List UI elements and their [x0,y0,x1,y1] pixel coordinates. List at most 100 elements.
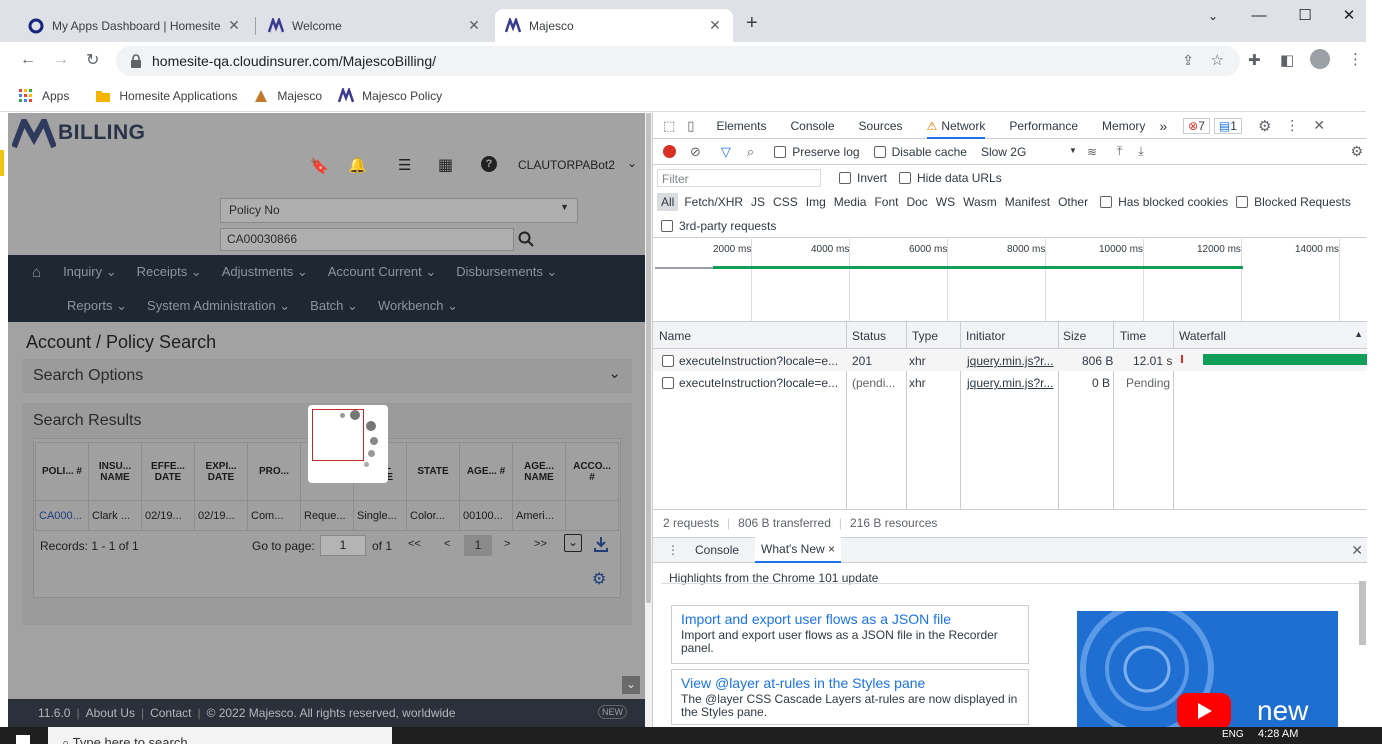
page-scrollbar[interactable] [645,113,652,727]
bell-icon[interactable]: 🔔 [348,156,367,174]
bookmark-majesco-policy[interactable]: Majesco Policy [338,87,442,104]
devtools-tab-memory[interactable]: Memory [1102,119,1145,133]
search-options-panel[interactable]: Search Options ⌄ [22,359,632,393]
forward-arrow-icon[interactable]: → [53,51,69,69]
filter-img[interactable]: Img [806,195,826,209]
page-size-dropdown-icon[interactable]: ⌄ [564,534,582,552]
user-menu[interactable]: CLAUTORPABot2 [518,158,615,172]
chevron-down-icon[interactable]: ⌄ [608,364,621,382]
browser-tab-majesco[interactable]: Majesco ✕ [495,9,733,42]
new-badge[interactable]: NEW [598,705,627,719]
col-product[interactable]: PRO... [247,442,301,501]
search-icon[interactable] [518,231,534,247]
close-tab-icon[interactable]: ✕ [466,17,482,34]
close-tab-icon[interactable]: × [828,542,835,556]
col-time[interactable]: Time [1120,329,1146,343]
pager-current[interactable]: 1 [464,535,492,556]
drawer-menu-icon[interactable]: ⋮ [667,543,679,557]
has-blocked-cookies-checkbox[interactable]: Has blocked cookies [1100,195,1228,209]
pager-last[interactable]: >> [534,538,547,550]
bookmark-homesite-applications[interactable]: Homesite Applications [95,88,237,104]
windows-start-icon[interactable] [16,735,30,744]
error-count-badge[interactable]: ⊗7 [1183,117,1210,134]
invert-checkbox[interactable]: Invert [839,171,887,185]
grid-icon[interactable]: ▦ [438,155,453,175]
preserve-log-checkbox[interactable]: Preserve log [774,145,860,159]
search-type-select[interactable]: Policy No ▼ [220,198,578,223]
chevron-down-icon[interactable]: ⌄ [627,156,637,170]
nav-inquiry[interactable]: Inquiry ⌄ [63,264,117,280]
throttle-select[interactable]: Slow 2G ▼ [981,145,1077,159]
help-icon[interactable]: ? [481,156,497,172]
devtools-tab-elements[interactable]: Elements [716,119,766,133]
devtools-tab-console[interactable]: Console [790,119,834,133]
filter-other[interactable]: Other [1058,195,1088,209]
back-arrow-icon[interactable]: ← [20,51,36,69]
close-window-button[interactable]: ✕ [1326,4,1372,28]
clear-icon[interactable]: ⊘ [690,144,701,160]
scroll-down-button[interactable]: ⌄ [622,676,640,694]
customize-menu-icon[interactable]: ⋮ [1285,117,1299,134]
filter-wasm[interactable]: Wasm [963,195,997,209]
device-toolbar-icon[interactable]: ▯ [687,118,694,134]
cell-policy-link[interactable]: CA000... [35,500,89,531]
profile-avatar[interactable] [1310,49,1330,69]
close-tab-icon[interactable]: ✕ [707,17,723,34]
devtools-tab-performance[interactable]: Performance [1009,119,1078,133]
contact-link[interactable]: Contact [150,706,191,720]
col-effective-date[interactable]: EFFE... DATE [141,442,195,501]
scrollbar-thumb[interactable] [646,113,651,603]
third-party-checkbox[interactable]: 3rd-party requests [661,219,776,233]
settings-gear-icon[interactable]: ⚙ [592,569,606,589]
blocked-requests-checkbox[interactable]: Blocked Requests [1236,195,1351,209]
drawer-tab-whats-new[interactable]: What's New × [755,537,842,563]
card-title-link[interactable]: Import and export user flows as a JSON f… [681,611,1019,627]
nav-system-administration[interactable]: System Administration ⌄ [147,298,290,314]
filter-js[interactable]: JS [751,195,765,209]
bookmark-majesco[interactable]: Majesco [253,88,322,104]
bookmark-star-icon[interactable]: ☆ [1211,51,1224,69]
col-waterfall[interactable]: Waterfall [1179,329,1226,343]
col-agent-name[interactable]: AGE... NAME [512,442,566,501]
nav-disbursements[interactable]: Disbursements ⌄ [456,264,557,280]
share-icon[interactable]: ⇪ [1182,52,1194,69]
col-initiator[interactable]: Initiator [966,329,1005,343]
close-tab-icon[interactable]: ✕ [226,17,242,34]
filter-ws[interactable]: WS [936,195,955,209]
language-indicator[interactable]: ENG [1222,729,1244,740]
network-settings-icon[interactable]: ⚙ [1350,143,1363,160]
inspect-element-icon[interactable]: ⬚ [663,118,675,134]
page-input[interactable]: 1 [320,535,366,556]
filter-icon[interactable]: ▽ [721,144,731,160]
col-size[interactable]: Size [1063,329,1086,343]
card-title-link[interactable]: View @layer at-rules in the Styles pane [681,675,1019,691]
taskbar-search[interactable]: ⌕ Type here to search [48,727,392,744]
tab-search-icon[interactable]: ⌄ [1190,4,1236,28]
filter-media[interactable]: Media [834,195,867,209]
request-initiator-link[interactable]: jquery.min.js?r... [967,376,1053,390]
message-count-badge[interactable]: ▤1 [1213,117,1242,134]
network-overview[interactable]: 2000 ms 4000 ms 6000 ms 8000 ms 10000 ms… [653,239,1367,321]
col-state[interactable]: STATE [406,442,460,501]
whats-new-card[interactable]: Import and export user flows as a JSON f… [671,605,1029,664]
disable-cache-checkbox[interactable]: Disable cache [873,145,967,159]
search-icon[interactable]: ⌕ [747,144,754,160]
nav-account-current[interactable]: Account Current ⌄ [328,264,436,280]
filter-fetch-xhr[interactable]: Fetch/XHR [684,195,743,209]
browser-tab-welcome[interactable]: Welcome ✕ [258,9,492,42]
address-bar[interactable]: homesite-qa.cloudinsurer.com/MajescoBill… [116,46,1240,76]
close-devtools-icon[interactable]: ✕ [1313,117,1325,134]
filter-doc[interactable]: Doc [906,195,927,209]
request-initiator-link[interactable]: jquery.min.js?r... [967,354,1053,368]
table-row[interactable]: executeInstruction?locale=e... (pendi...… [653,371,1367,393]
download-icon[interactable] [594,536,608,552]
nav-adjustments[interactable]: Adjustments ⌄ [222,264,308,280]
nav-receipts[interactable]: Receipts ⌄ [137,264,202,280]
col-type[interactable]: Type [912,329,938,343]
filter-css[interactable]: CSS [773,195,798,209]
close-drawer-icon[interactable]: ✕ [1351,542,1363,559]
network-conditions-icon[interactable]: ≋ [1087,145,1097,159]
bookmark-apps[interactable]: Apps [18,88,69,104]
filter-font[interactable]: Font [874,195,898,209]
nav-workbench[interactable]: Workbench ⌄ [378,298,458,314]
